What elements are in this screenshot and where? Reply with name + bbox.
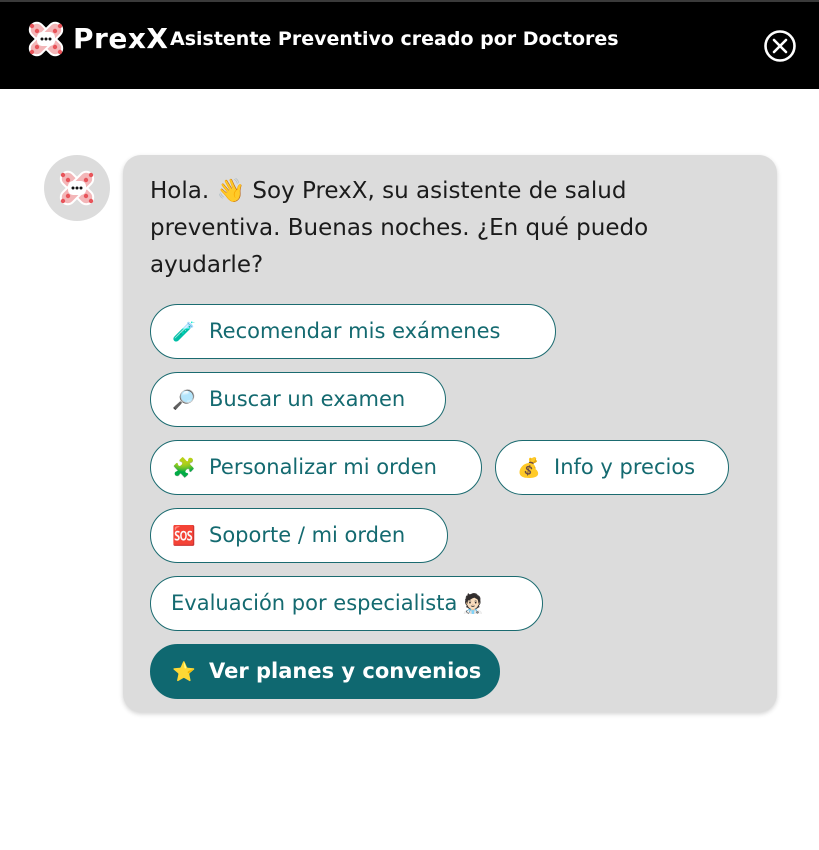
option-label: Buscar un examen	[209, 387, 406, 411]
magnifier-icon: 🔎	[172, 389, 196, 411]
doctor-icon: 🧑🏻‍⚕️	[461, 593, 486, 615]
option-specialist-evaluation-button[interactable]: Evaluación por especialista 🧑🏻‍⚕️	[150, 576, 543, 631]
prexx-cross-logo-icon	[28, 21, 64, 57]
option-support-order-button[interactable]: 🆘 Soporte / mi orden	[150, 508, 448, 563]
option-customize-order-button[interactable]: 🧩 Personalizar mi orden	[150, 440, 482, 495]
option-label: Soporte / mi orden	[209, 523, 406, 547]
sos-icon: 🆘	[172, 525, 196, 547]
option-recommend-exams-button[interactable]: 🧪 Recomendar mis exámenes	[150, 304, 556, 359]
bot-message-bubble: Hola. 👋 Soy PrexX, su asistente de salud…	[123, 155, 777, 712]
option-search-exam-button[interactable]: 🔎 Buscar un examen	[150, 372, 446, 427]
bot-avatar	[44, 155, 110, 221]
header-title: Asistente Preventivo creado por Doctores	[170, 28, 619, 50]
puzzle-icon: 🧩	[172, 457, 196, 479]
option-label: Evaluación por especialista	[171, 591, 458, 615]
star-icon: ⭐	[172, 661, 196, 683]
money-bag-icon: 💰	[517, 457, 541, 479]
greeting-message: Hola. 👋 Soy PrexX, su asistente de salud…	[150, 178, 649, 278]
option-label: Personalizar mi orden	[209, 455, 437, 479]
option-label: Recomendar mis exámenes	[209, 319, 501, 343]
option-label: Ver planes y convenios	[209, 659, 482, 683]
close-icon[interactable]	[763, 29, 797, 63]
option-label: Info y precios	[554, 455, 696, 479]
option-info-prices-button[interactable]: 💰 Info y precios	[495, 440, 729, 495]
test-tube-icon: 🧪	[172, 321, 196, 343]
option-plans-agreements-button[interactable]: ⭐ Ver planes y convenios	[150, 644, 500, 699]
brand-name: PrexX	[73, 22, 169, 55]
prexx-bot-avatar-icon	[59, 170, 95, 206]
chat-header: PrexX Asistente Preventivo creado por Do…	[0, 2, 819, 89]
